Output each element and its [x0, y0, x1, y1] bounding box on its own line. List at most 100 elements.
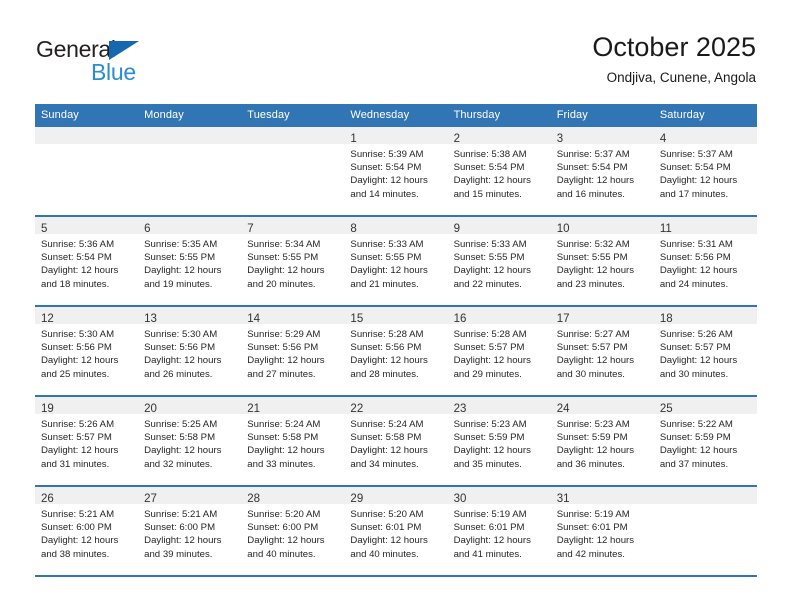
- sunset-text: Sunset: 5:54 PM: [350, 162, 422, 174]
- logo-text-blue: Blue: [91, 59, 136, 85]
- day-number-band: 18: [653, 307, 757, 325]
- daylight-text: Daylight: 12 hours: [453, 355, 531, 367]
- day-cell-inner: 3 Sunrise: 5:37 AM Sunset: 5:54 PM Daylight…: [550, 127, 654, 215]
- day-cell-21[interactable]: 21 Sunrise: 5:24 AM Sunset: 5:58 PM Dayligh…: [241, 396, 345, 486]
- day-cell-24[interactable]: 24 Sunrise: 5:23 AM Sunset: 5:59 PM Dayligh…: [550, 396, 654, 486]
- day-cell-31[interactable]: 31 Sunrise: 5:19 AM Sunset: 6:01 PM Dayligh…: [550, 486, 654, 576]
- day-cell-13[interactable]: 13 Sunrise: 5:30 AM Sunset: 5:56 PM Dayligh…: [138, 306, 242, 396]
- day-details: Sunrise: 5:33 AM Sunset: 5:55 PM Daylight:…: [344, 234, 447, 291]
- day-number-band: 28: [241, 487, 345, 505]
- day-number: 19: [41, 403, 54, 415]
- day-details: Sunrise: 5:30 AM Sunset: 5:56 PM Daylight:…: [35, 324, 138, 381]
- day-cell-30[interactable]: 30 Sunrise: 5:19 AM Sunset: 6:01 PM Dayligh…: [447, 486, 551, 576]
- day-number-band: 19: [35, 397, 139, 415]
- sunset-text: Sunset: 5:58 PM: [350, 432, 422, 444]
- day-number-band: 16: [447, 307, 551, 325]
- day-cell-2[interactable]: 2 Sunrise: 5:38 AM Sunset: 5:54 PM Daylight…: [447, 127, 551, 216]
- day-cell-inner: 18 Sunrise: 5:26 AM Sunset: 5:57 PM Dayligh…: [653, 307, 757, 395]
- day-details: Sunrise: 5:31 AM Sunset: 5:56 PM Daylight:…: [654, 234, 757, 291]
- day-cell-inner: 24 Sunrise: 5:23 AM Sunset: 5:59 PM Dayligh…: [550, 397, 654, 485]
- daylight-text-cont: and 27 minutes.: [247, 368, 316, 380]
- day-cell-25[interactable]: 25 Sunrise: 5:22 AM Sunset: 5:59 PM Dayligh…: [653, 396, 757, 486]
- day-details: Sunrise: 5:38 AM Sunset: 5:54 PM Daylight:…: [448, 144, 551, 201]
- daylight-text-cont: and 30 minutes.: [556, 368, 625, 380]
- day-cell-inner: 26 Sunrise: 5:21 AM Sunset: 6:00 PM Dayligh…: [35, 487, 139, 575]
- day-cell-inner: 20 Sunrise: 5:25 AM Sunset: 5:58 PM Dayligh…: [138, 397, 242, 485]
- day-cell-empty: [35, 127, 139, 216]
- day-cell-5[interactable]: 5 Sunrise: 5:36 AM Sunset: 5:54 PM Daylight…: [35, 216, 139, 306]
- day-number-band: 14: [241, 307, 345, 325]
- day-details: Sunrise: 5:32 AM Sunset: 5:55 PM Daylight:…: [551, 234, 654, 291]
- weekday-header-wednesday: Wednesday: [344, 104, 448, 127]
- day-cell-27[interactable]: 27 Sunrise: 5:21 AM Sunset: 6:00 PM Dayligh…: [138, 486, 242, 576]
- day-details: [654, 504, 757, 508]
- day-cell-26[interactable]: 26 Sunrise: 5:21 AM Sunset: 6:00 PM Dayligh…: [35, 486, 139, 576]
- day-details: Sunrise: 5:36 AM Sunset: 5:54 PM Daylight:…: [35, 234, 138, 291]
- sunrise-text: Sunrise: 5:24 AM: [247, 419, 321, 430]
- day-cell-inner: 28 Sunrise: 5:20 AM Sunset: 6:00 PM Dayligh…: [241, 487, 345, 575]
- day-cell-23[interactable]: 23 Sunrise: 5:23 AM Sunset: 5:59 PM Dayligh…: [447, 396, 551, 486]
- day-cell-18[interactable]: 18 Sunrise: 5:26 AM Sunset: 5:57 PM Dayligh…: [653, 306, 757, 396]
- calendar-week-row: 12 Sunrise: 5:30 AM Sunset: 5:56 PM Dayligh…: [35, 306, 757, 396]
- day-cell-6[interactable]: 6 Sunrise: 5:35 AM Sunset: 5:55 PM Daylight…: [138, 216, 242, 306]
- day-cell-11[interactable]: 11 Sunrise: 5:31 AM Sunset: 5:56 PM Dayligh…: [653, 216, 757, 306]
- sunrise-text: Sunrise: 5:27 AM: [556, 329, 630, 340]
- sunrise-text: Sunrise: 5:37 AM: [556, 149, 630, 160]
- sunrise-text: Sunrise: 5:28 AM: [350, 329, 424, 340]
- day-cell-1[interactable]: 1 Sunrise: 5:39 AM Sunset: 5:54 PM Daylight…: [344, 127, 448, 216]
- day-cell-4[interactable]: 4 Sunrise: 5:37 AM Sunset: 5:54 PM Daylight…: [653, 127, 757, 216]
- calendar-week-row: 26 Sunrise: 5:21 AM Sunset: 6:00 PM Dayligh…: [35, 486, 757, 576]
- sunrise-text: Sunrise: 5:31 AM: [659, 239, 733, 250]
- day-cell-19[interactable]: 19 Sunrise: 5:26 AM Sunset: 5:57 PM Dayligh…: [35, 396, 139, 486]
- day-cell-15[interactable]: 15 Sunrise: 5:28 AM Sunset: 5:56 PM Dayligh…: [344, 306, 448, 396]
- sunset-text: Sunset: 5:54 PM: [453, 162, 525, 174]
- day-cell-inner: 1 Sunrise: 5:39 AM Sunset: 5:54 PM Daylight…: [344, 127, 448, 215]
- day-cell-20[interactable]: 20 Sunrise: 5:25 AM Sunset: 5:58 PM Dayligh…: [138, 396, 242, 486]
- day-cell-9[interactable]: 9 Sunrise: 5:33 AM Sunset: 5:55 PM Daylight…: [447, 216, 551, 306]
- daylight-text-cont: and 26 minutes.: [144, 368, 213, 380]
- day-details: [138, 144, 241, 148]
- day-details: Sunrise: 5:21 AM Sunset: 6:00 PM Daylight:…: [35, 504, 138, 561]
- sunrise-text: Sunrise: 5:26 AM: [659, 329, 733, 340]
- day-number-band: 22: [344, 397, 448, 415]
- day-cell-12[interactable]: 12 Sunrise: 5:30 AM Sunset: 5:56 PM Dayligh…: [35, 306, 139, 396]
- day-cell-16[interactable]: 16 Sunrise: 5:28 AM Sunset: 5:57 PM Dayligh…: [447, 306, 551, 396]
- daylight-text: Daylight: 12 hours: [41, 535, 119, 547]
- sunrise-text: Sunrise: 5:26 AM: [41, 419, 115, 430]
- sunrise-text: Sunrise: 5:39 AM: [350, 149, 424, 160]
- day-cell-8[interactable]: 8 Sunrise: 5:33 AM Sunset: 5:55 PM Daylight…: [344, 216, 448, 306]
- day-number-band: 21: [241, 397, 345, 415]
- daylight-text-cont: and 28 minutes.: [350, 368, 419, 380]
- day-cell-10[interactable]: 10 Sunrise: 5:32 AM Sunset: 5:55 PM Dayligh…: [550, 216, 654, 306]
- sunset-text: Sunset: 5:55 PM: [556, 252, 628, 264]
- day-cell-7[interactable]: 7 Sunrise: 5:34 AM Sunset: 5:55 PM Daylight…: [241, 216, 345, 306]
- calendar-header-row: Sunday Monday Tuesday Wednesday Thursday Frid…: [35, 104, 757, 127]
- day-cell-14[interactable]: 14 Sunrise: 5:29 AM Sunset: 5:56 PM Dayligh…: [241, 306, 345, 396]
- weekday-header-saturday: Saturday: [653, 104, 757, 127]
- calendar-grid: Sunday Monday Tuesday Wednesday Thursday Frid…: [35, 104, 757, 577]
- sunrise-text: Sunrise: 5:21 AM: [144, 509, 218, 520]
- day-number-band: 10: [550, 217, 654, 235]
- title-block: October 2025 Ondjiva, Cunene, Angola: [592, 30, 756, 88]
- daylight-text: Daylight: 12 hours: [659, 355, 738, 367]
- day-cell-3[interactable]: 3 Sunrise: 5:37 AM Sunset: 5:54 PM Daylight…: [550, 127, 654, 216]
- daylight-text: Daylight: 12 hours: [41, 265, 119, 277]
- day-number: 21: [247, 403, 261, 415]
- day-number-band: 12: [35, 307, 139, 325]
- day-cell-28[interactable]: 28 Sunrise: 5:20 AM Sunset: 6:00 PM Dayligh…: [241, 486, 345, 576]
- day-number: 30: [453, 493, 467, 505]
- day-details: Sunrise: 5:30 AM Sunset: 5:56 PM Daylight:…: [138, 324, 241, 381]
- daylight-text-cont: and 40 minutes.: [247, 548, 316, 560]
- sunrise-text: Sunrise: 5:19 AM: [556, 509, 630, 520]
- sunset-text: Sunset: 6:00 PM: [247, 522, 319, 534]
- day-number-band: [241, 127, 345, 144]
- day-cell-22[interactable]: 22 Sunrise: 5:24 AM Sunset: 5:58 PM Dayligh…: [344, 396, 448, 486]
- sunset-text: Sunset: 6:01 PM: [556, 522, 628, 534]
- day-number-band: 17: [550, 307, 654, 325]
- day-number-band: 24: [550, 397, 654, 415]
- daylight-text-cont: and 41 minutes.: [453, 548, 522, 560]
- day-details: Sunrise: 5:19 AM Sunset: 6:01 PM Daylight:…: [551, 504, 654, 561]
- day-cell-29[interactable]: 29 Sunrise: 5:20 AM Sunset: 6:01 PM Dayligh…: [344, 486, 448, 576]
- day-cell-17[interactable]: 17 Sunrise: 5:27 AM Sunset: 5:57 PM Dayligh…: [550, 306, 654, 396]
- day-details: Sunrise: 5:23 AM Sunset: 5:59 PM Daylight:…: [551, 414, 654, 471]
